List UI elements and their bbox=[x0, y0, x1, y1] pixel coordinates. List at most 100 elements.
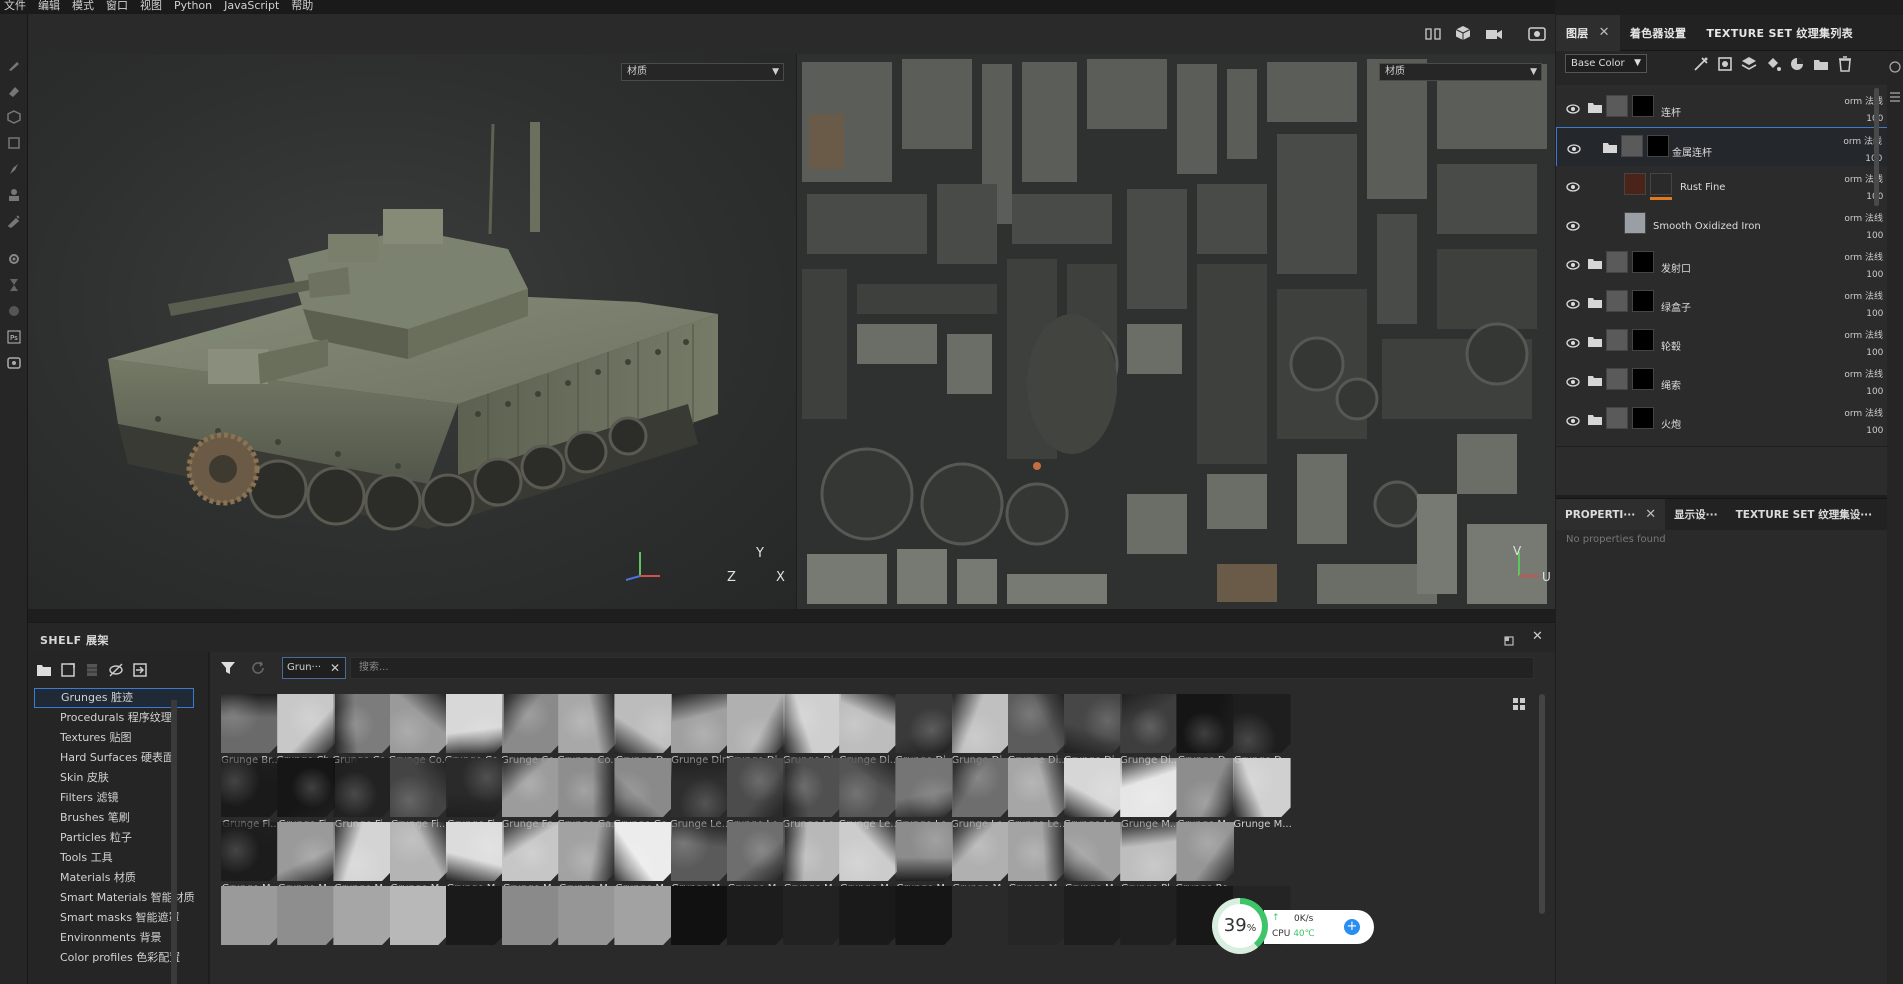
shelf-asset-tile[interactable] bbox=[894, 886, 954, 962]
plus-icon[interactable]: + bbox=[1344, 919, 1360, 935]
hourglass-icon[interactable] bbox=[5, 276, 23, 294]
eye-visibility-icon[interactable] bbox=[1566, 338, 1580, 348]
shelf-asset-tile[interactable]: Grunge M... bbox=[1232, 758, 1292, 834]
camera-icon[interactable] bbox=[1485, 26, 1503, 40]
list-icon[interactable] bbox=[1889, 91, 1901, 103]
layer-stack-scrollbar[interactable] bbox=[1874, 88, 1879, 206]
layer-blend-mode[interactable]: orm 法线 bbox=[1844, 367, 1883, 380]
folder-icon[interactable] bbox=[1587, 102, 1603, 114]
menu-file[interactable]: 文件 bbox=[0, 0, 32, 12]
shelf-category-item[interactable]: Hard Surfaces 硬表面 bbox=[34, 748, 194, 768]
shelf-search-input[interactable]: 搜索... bbox=[350, 657, 1534, 679]
screenshot-icon[interactable] bbox=[5, 354, 23, 372]
tab-display-settings[interactable]: 显示设··· bbox=[1665, 499, 1726, 531]
menu-mode[interactable]: 模式 bbox=[66, 0, 100, 12]
shelf-category-scrollbar[interactable] bbox=[171, 700, 177, 984]
shelf-asset-tile[interactable] bbox=[557, 886, 617, 962]
menu-javascript[interactable]: JavaScript bbox=[218, 0, 285, 12]
shelf-grid-scrollbar[interactable] bbox=[1539, 694, 1545, 914]
eye-visibility-icon[interactable] bbox=[1567, 144, 1581, 154]
clock-icon[interactable] bbox=[1889, 61, 1901, 73]
folder-icon[interactable] bbox=[1602, 142, 1618, 154]
tab-texture-set-list[interactable]: TEXTURE SET 纹理集列表 bbox=[1696, 15, 1863, 51]
eye-visibility-icon[interactable] bbox=[1566, 416, 1580, 426]
close-icon[interactable]: ✕ bbox=[1599, 25, 1610, 40]
shelf-asset-tile[interactable] bbox=[501, 886, 561, 962]
shelf-asset-tile[interactable] bbox=[838, 886, 898, 962]
color-picker-icon[interactable] bbox=[5, 212, 23, 230]
projection-icon[interactable] bbox=[5, 108, 23, 126]
shelf-asset-tile[interactable] bbox=[726, 886, 786, 962]
menu-window[interactable]: 窗口 bbox=[100, 0, 134, 12]
folder-icon[interactable] bbox=[36, 662, 52, 678]
eraser-icon[interactable] bbox=[5, 82, 23, 100]
shelf-category-item[interactable]: Environments 背景 bbox=[34, 928, 194, 948]
close-icon[interactable]: ✕ bbox=[1645, 507, 1656, 522]
tab-shader-settings[interactable]: 着色器设置 bbox=[1620, 15, 1697, 51]
viewport-2d-uv[interactable]: 材质 ▼ V U bbox=[797, 54, 1555, 609]
shelf-category-item[interactable]: Tools 工具 bbox=[34, 848, 194, 868]
shelf-category-item[interactable]: Materials 材质 bbox=[34, 868, 194, 888]
shelf-asset-tile[interactable] bbox=[276, 886, 336, 962]
folder-icon[interactable] bbox=[1587, 258, 1603, 270]
menu-edit[interactable]: 编辑 bbox=[32, 0, 66, 12]
layer-row[interactable]: 火炮orm 法线100 ⌄ bbox=[1556, 400, 1901, 447]
snapshot-icon[interactable] bbox=[1528, 25, 1546, 41]
add-smart-material-icon[interactable] bbox=[1788, 55, 1806, 73]
viewport-3d[interactable]: 材质 ▼ Y X Z bbox=[28, 54, 796, 609]
grid-view-icon[interactable] bbox=[1512, 696, 1526, 710]
new-item-icon[interactable] bbox=[60, 662, 76, 678]
eye-visibility-icon[interactable] bbox=[1566, 260, 1580, 270]
eye-visibility-icon[interactable] bbox=[1566, 377, 1580, 387]
cube-view-icon[interactable] bbox=[1455, 25, 1471, 41]
clone-stamp-icon[interactable] bbox=[5, 186, 23, 204]
shelf-asset-tile[interactable] bbox=[782, 886, 842, 962]
menu-python[interactable]: Python bbox=[168, 0, 218, 12]
shelf-asset-tile[interactable] bbox=[220, 886, 280, 962]
menu-view[interactable]: 视图 bbox=[134, 0, 168, 12]
import-icon[interactable] bbox=[132, 662, 148, 678]
layer-blend-mode[interactable]: orm 法线 bbox=[1844, 289, 1883, 302]
shelf-asset-tile[interactable] bbox=[670, 886, 730, 962]
layer-blend-mode[interactable]: orm 法线 bbox=[1844, 211, 1883, 224]
material-select-3d[interactable]: 材质 ▼ bbox=[621, 63, 784, 81]
shelf-category-item[interactable]: Particles 粒子 bbox=[34, 828, 194, 848]
shelf-asset-tile[interactable] bbox=[389, 886, 449, 962]
shelf-category-item[interactable]: Textures 贴图 bbox=[34, 728, 194, 748]
eye-visibility-icon[interactable] bbox=[1566, 221, 1580, 231]
bake-icon[interactable] bbox=[5, 302, 23, 320]
filter-tag[interactable]: Grun··· ✕ bbox=[282, 657, 346, 679]
folder-icon[interactable] bbox=[1587, 336, 1603, 348]
tab-texture-set-settings[interactable]: TEXTURE SET 纹理集设··· bbox=[1727, 499, 1882, 531]
smudge-icon[interactable] bbox=[5, 160, 23, 178]
close-icon[interactable]: ✕ bbox=[1532, 630, 1546, 644]
shelf-asset-tile[interactable] bbox=[613, 886, 673, 962]
add-effect-icon[interactable] bbox=[1692, 55, 1710, 73]
refresh-icon[interactable] bbox=[250, 660, 266, 676]
menu-help[interactable]: 帮助 bbox=[285, 0, 319, 12]
delete-layer-icon[interactable] bbox=[1836, 55, 1854, 73]
shelf-category-item[interactable]: Smart Materials 智能材质 bbox=[34, 888, 195, 908]
shelf-asset-tile[interactable] bbox=[332, 886, 392, 962]
performance-monitor-widget[interactable]: ↑ 0K/s CPU 40℃ + 39% bbox=[1212, 898, 1374, 954]
shelf-asset-tile[interactable] bbox=[951, 886, 1011, 962]
shelf-category-item[interactable]: Procedurals 程序纹理 bbox=[34, 708, 194, 728]
eye-visibility-icon[interactable] bbox=[1566, 104, 1580, 114]
close-icon[interactable]: ✕ bbox=[330, 658, 340, 678]
shelf-category-item[interactable]: Color profiles 色彩配置 bbox=[34, 948, 194, 968]
split-view-icon[interactable] bbox=[1425, 26, 1441, 40]
shelf-category-item[interactable]: Skin 皮肤 bbox=[34, 768, 194, 788]
eye-visibility-icon[interactable] bbox=[1566, 299, 1580, 309]
database-icon[interactable] bbox=[84, 662, 100, 678]
maximize-icon[interactable] bbox=[1503, 632, 1515, 646]
add-folder-icon[interactable] bbox=[1812, 55, 1830, 73]
shelf-asset-tile[interactable] bbox=[1007, 886, 1067, 962]
shelf-asset-tile[interactable] bbox=[1063, 886, 1123, 962]
add-fill-layer-icon[interactable] bbox=[1764, 55, 1782, 73]
shelf-category-item[interactable]: Brushes 笔刷 bbox=[34, 808, 194, 828]
tab-layers[interactable]: 图层 ✕ bbox=[1556, 14, 1620, 51]
layer-blend-mode[interactable]: orm 法线 bbox=[1844, 250, 1883, 263]
filter-icon[interactable] bbox=[220, 660, 236, 676]
shelf-asset-tile[interactable] bbox=[1119, 886, 1179, 962]
polygon-fill-icon[interactable] bbox=[5, 134, 23, 152]
